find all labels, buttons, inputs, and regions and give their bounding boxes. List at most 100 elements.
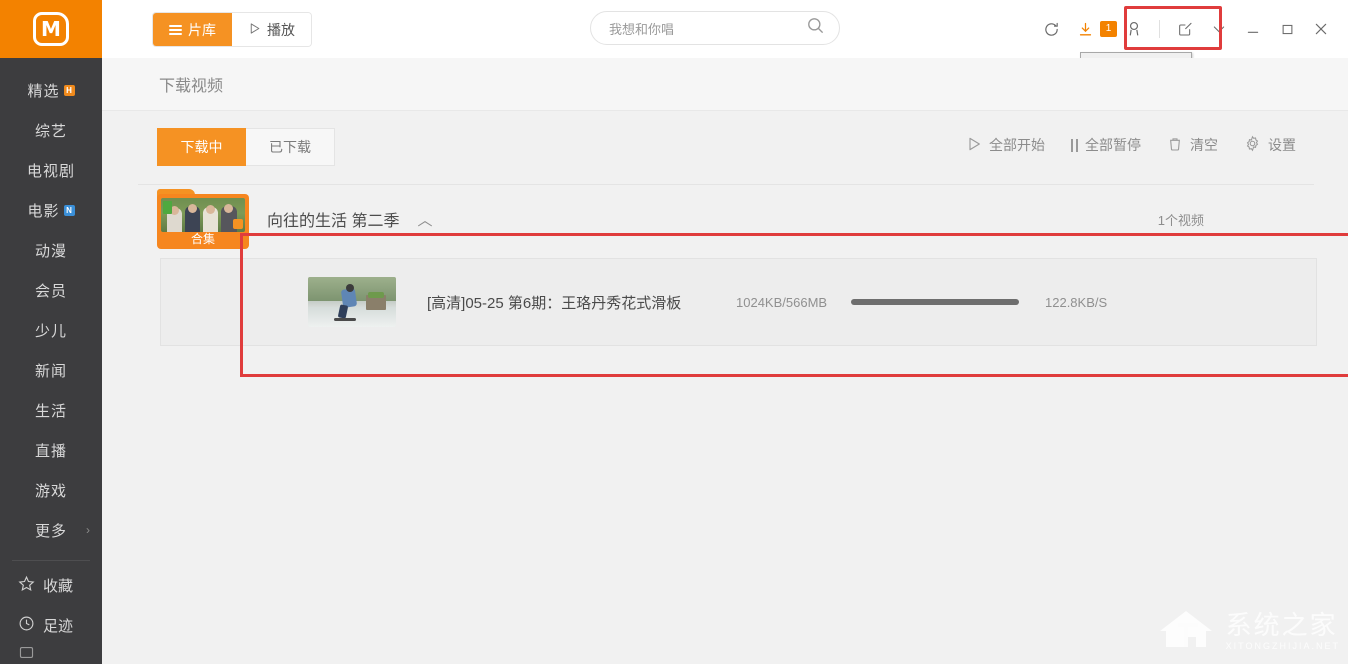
pause-icon	[1071, 139, 1078, 152]
minimize-icon[interactable]	[1236, 12, 1270, 46]
sidebar-item-label: 少儿	[35, 320, 67, 341]
clear-button[interactable]: 清空	[1167, 135, 1218, 155]
chevron-down-icon[interactable]	[1202, 12, 1236, 46]
sidebar-item-more[interactable]: 更多 ›	[0, 510, 102, 550]
sidebar-item-label: 游戏	[35, 480, 67, 501]
sidebar-item-partial[interactable]	[0, 645, 102, 663]
sidebar-nav: 精选 H 综艺 电视剧 电影 N 动漫 会员 少儿 新闻	[0, 58, 102, 663]
start-all-button[interactable]: 全部开始	[966, 135, 1045, 155]
pause-all-button[interactable]: 全部暂停	[1071, 135, 1141, 155]
download-progress-bar	[851, 299, 1019, 305]
watermark-main: 系统之家	[1226, 612, 1340, 638]
sidebar-item-label: 足迹	[43, 615, 73, 636]
collection-video-count: 1个视频	[1158, 210, 1314, 229]
tab-library[interactable]: 片库	[153, 13, 232, 46]
sidebar-item-history[interactable]: 足迹	[0, 605, 102, 645]
sidebar-item-kids[interactable]: 少儿	[0, 310, 102, 350]
download-count-badge[interactable]: 1	[1100, 21, 1117, 37]
search-icon[interactable]	[806, 16, 825, 40]
topbar: 片库 播放	[102, 0, 1348, 58]
sidebar-item-games[interactable]: 游戏	[0, 470, 102, 510]
collection-folder-icon: 合集	[157, 189, 249, 249]
play-triangle-icon	[248, 22, 261, 38]
hamburger-icon	[169, 23, 182, 37]
start-all-label: 全部开始	[989, 135, 1045, 155]
tab-play[interactable]: 播放	[232, 13, 311, 46]
sidebar-item-movie[interactable]: 电影 N	[0, 190, 102, 230]
download-item-row[interactable]: [高清]05-25 第6期：王珞丹秀花式滑板 1024KB/566MB 122.…	[160, 258, 1317, 346]
sidebar-item-label: 收藏	[43, 575, 73, 596]
compose-icon[interactable]	[1168, 12, 1202, 46]
refresh-icon[interactable]	[1034, 12, 1068, 46]
sidebar-item-news[interactable]: 新闻	[0, 350, 102, 390]
tab-library-label: 片库	[188, 20, 216, 40]
star-icon	[18, 575, 35, 596]
collection-thumbnail	[161, 198, 245, 232]
search-input[interactable]	[591, 21, 806, 36]
collapse-chevron-up-icon[interactable]: ︿	[417, 209, 432, 230]
watermark-sub: XITONGZHIJIA.NET	[1226, 641, 1340, 651]
view-mode-switch: 片库 播放	[153, 13, 311, 46]
sidebar-item-tv[interactable]: 电视剧	[0, 150, 102, 190]
sidebar: 精选 H 综艺 电视剧 电影 N 动漫 会员 少儿 新闻	[0, 0, 102, 664]
pause-all-label: 全部暂停	[1085, 135, 1141, 155]
tab-downloading[interactable]: 下载中	[157, 128, 246, 166]
sidebar-item-zongyi[interactable]: 综艺	[0, 110, 102, 150]
download-item-size: 1024KB/566MB	[736, 295, 827, 310]
watermark-text: 系统之家 XITONGZHIJIA.NET	[1226, 612, 1340, 651]
close-icon[interactable]	[1304, 12, 1338, 46]
watermark: 系统之家 XITONGZHIJIA.NET	[1158, 607, 1340, 656]
sidebar-item-label: 动漫	[35, 240, 67, 261]
sidebar-divider	[12, 560, 90, 561]
page-title: 下载视频	[159, 72, 223, 96]
sidebar-item-label: 直播	[35, 440, 67, 461]
sidebar-item-life[interactable]: 生活	[0, 390, 102, 430]
sidebar-item-label: 更多	[35, 520, 67, 541]
sidebar-item-anime[interactable]: 动漫	[0, 230, 102, 270]
collection-name: 向往的生活 第二季	[267, 207, 399, 231]
download-item-speed: 122.8KB/S	[1045, 295, 1107, 310]
download-actions: 全部开始 全部暂停 清空	[966, 135, 1296, 155]
mango-logo-icon	[33, 12, 69, 46]
sidebar-item-label: 精选	[27, 80, 59, 101]
download-tabs: 下载中 已下载	[157, 128, 335, 166]
trash-icon	[1167, 136, 1183, 155]
download-item-title: [高清]05-25 第6期：王珞丹秀花式滑板	[427, 292, 681, 313]
clock-icon	[18, 615, 35, 636]
sidebar-item-vip[interactable]: 会员	[0, 270, 102, 310]
download-progress-fill	[851, 299, 1019, 305]
partial-item-icon	[18, 645, 35, 663]
sidebar-item-label: 综艺	[35, 120, 67, 141]
settings-label: 设置	[1268, 135, 1296, 155]
sidebar-item-label: 新闻	[35, 360, 67, 381]
sidebar-item-label: 生活	[35, 400, 67, 421]
collection-row[interactable]: 合集 向往的生活 第二季 ︿ 1个视频	[157, 189, 1314, 249]
tab-downloaded[interactable]: 已下载	[246, 128, 335, 166]
chevron-right-icon: ›	[86, 523, 90, 537]
settings-button[interactable]: 设置	[1244, 135, 1296, 155]
sidebar-item-label: 会员	[35, 280, 67, 301]
toolbar-divider	[1159, 20, 1160, 38]
download-icon[interactable]	[1068, 12, 1102, 46]
gear-icon	[1244, 135, 1261, 155]
search-bar[interactable]	[590, 11, 840, 45]
house-logo-icon	[1158, 607, 1220, 656]
download-content: 下载中 已下载 全部开始 全部暂停	[102, 111, 1348, 664]
app-window: 精选 H 综艺 电视剧 电影 N 动漫 会员 少儿 新闻	[0, 0, 1348, 664]
content-divider	[138, 184, 1314, 185]
clear-label: 清空	[1190, 135, 1218, 155]
user-icon[interactable]	[1117, 12, 1151, 46]
page-header: 下载视频	[102, 58, 1348, 111]
app-logo[interactable]	[0, 0, 102, 58]
maximize-icon[interactable]	[1270, 12, 1304, 46]
video-thumbnail	[308, 277, 396, 327]
sidebar-badge-h: H	[64, 85, 75, 96]
sidebar-item-label: 电影	[27, 200, 59, 221]
sidebar-item-favorites[interactable]: 收藏	[0, 565, 102, 605]
tab-play-label: 播放	[267, 20, 295, 40]
tab-downloading-label: 下载中	[181, 137, 223, 157]
sidebar-item-jingxuan[interactable]: 精选 H	[0, 70, 102, 110]
window-tools: 1	[1034, 12, 1338, 46]
sidebar-item-live[interactable]: 直播	[0, 430, 102, 470]
sidebar-badge-n: N	[64, 205, 75, 216]
